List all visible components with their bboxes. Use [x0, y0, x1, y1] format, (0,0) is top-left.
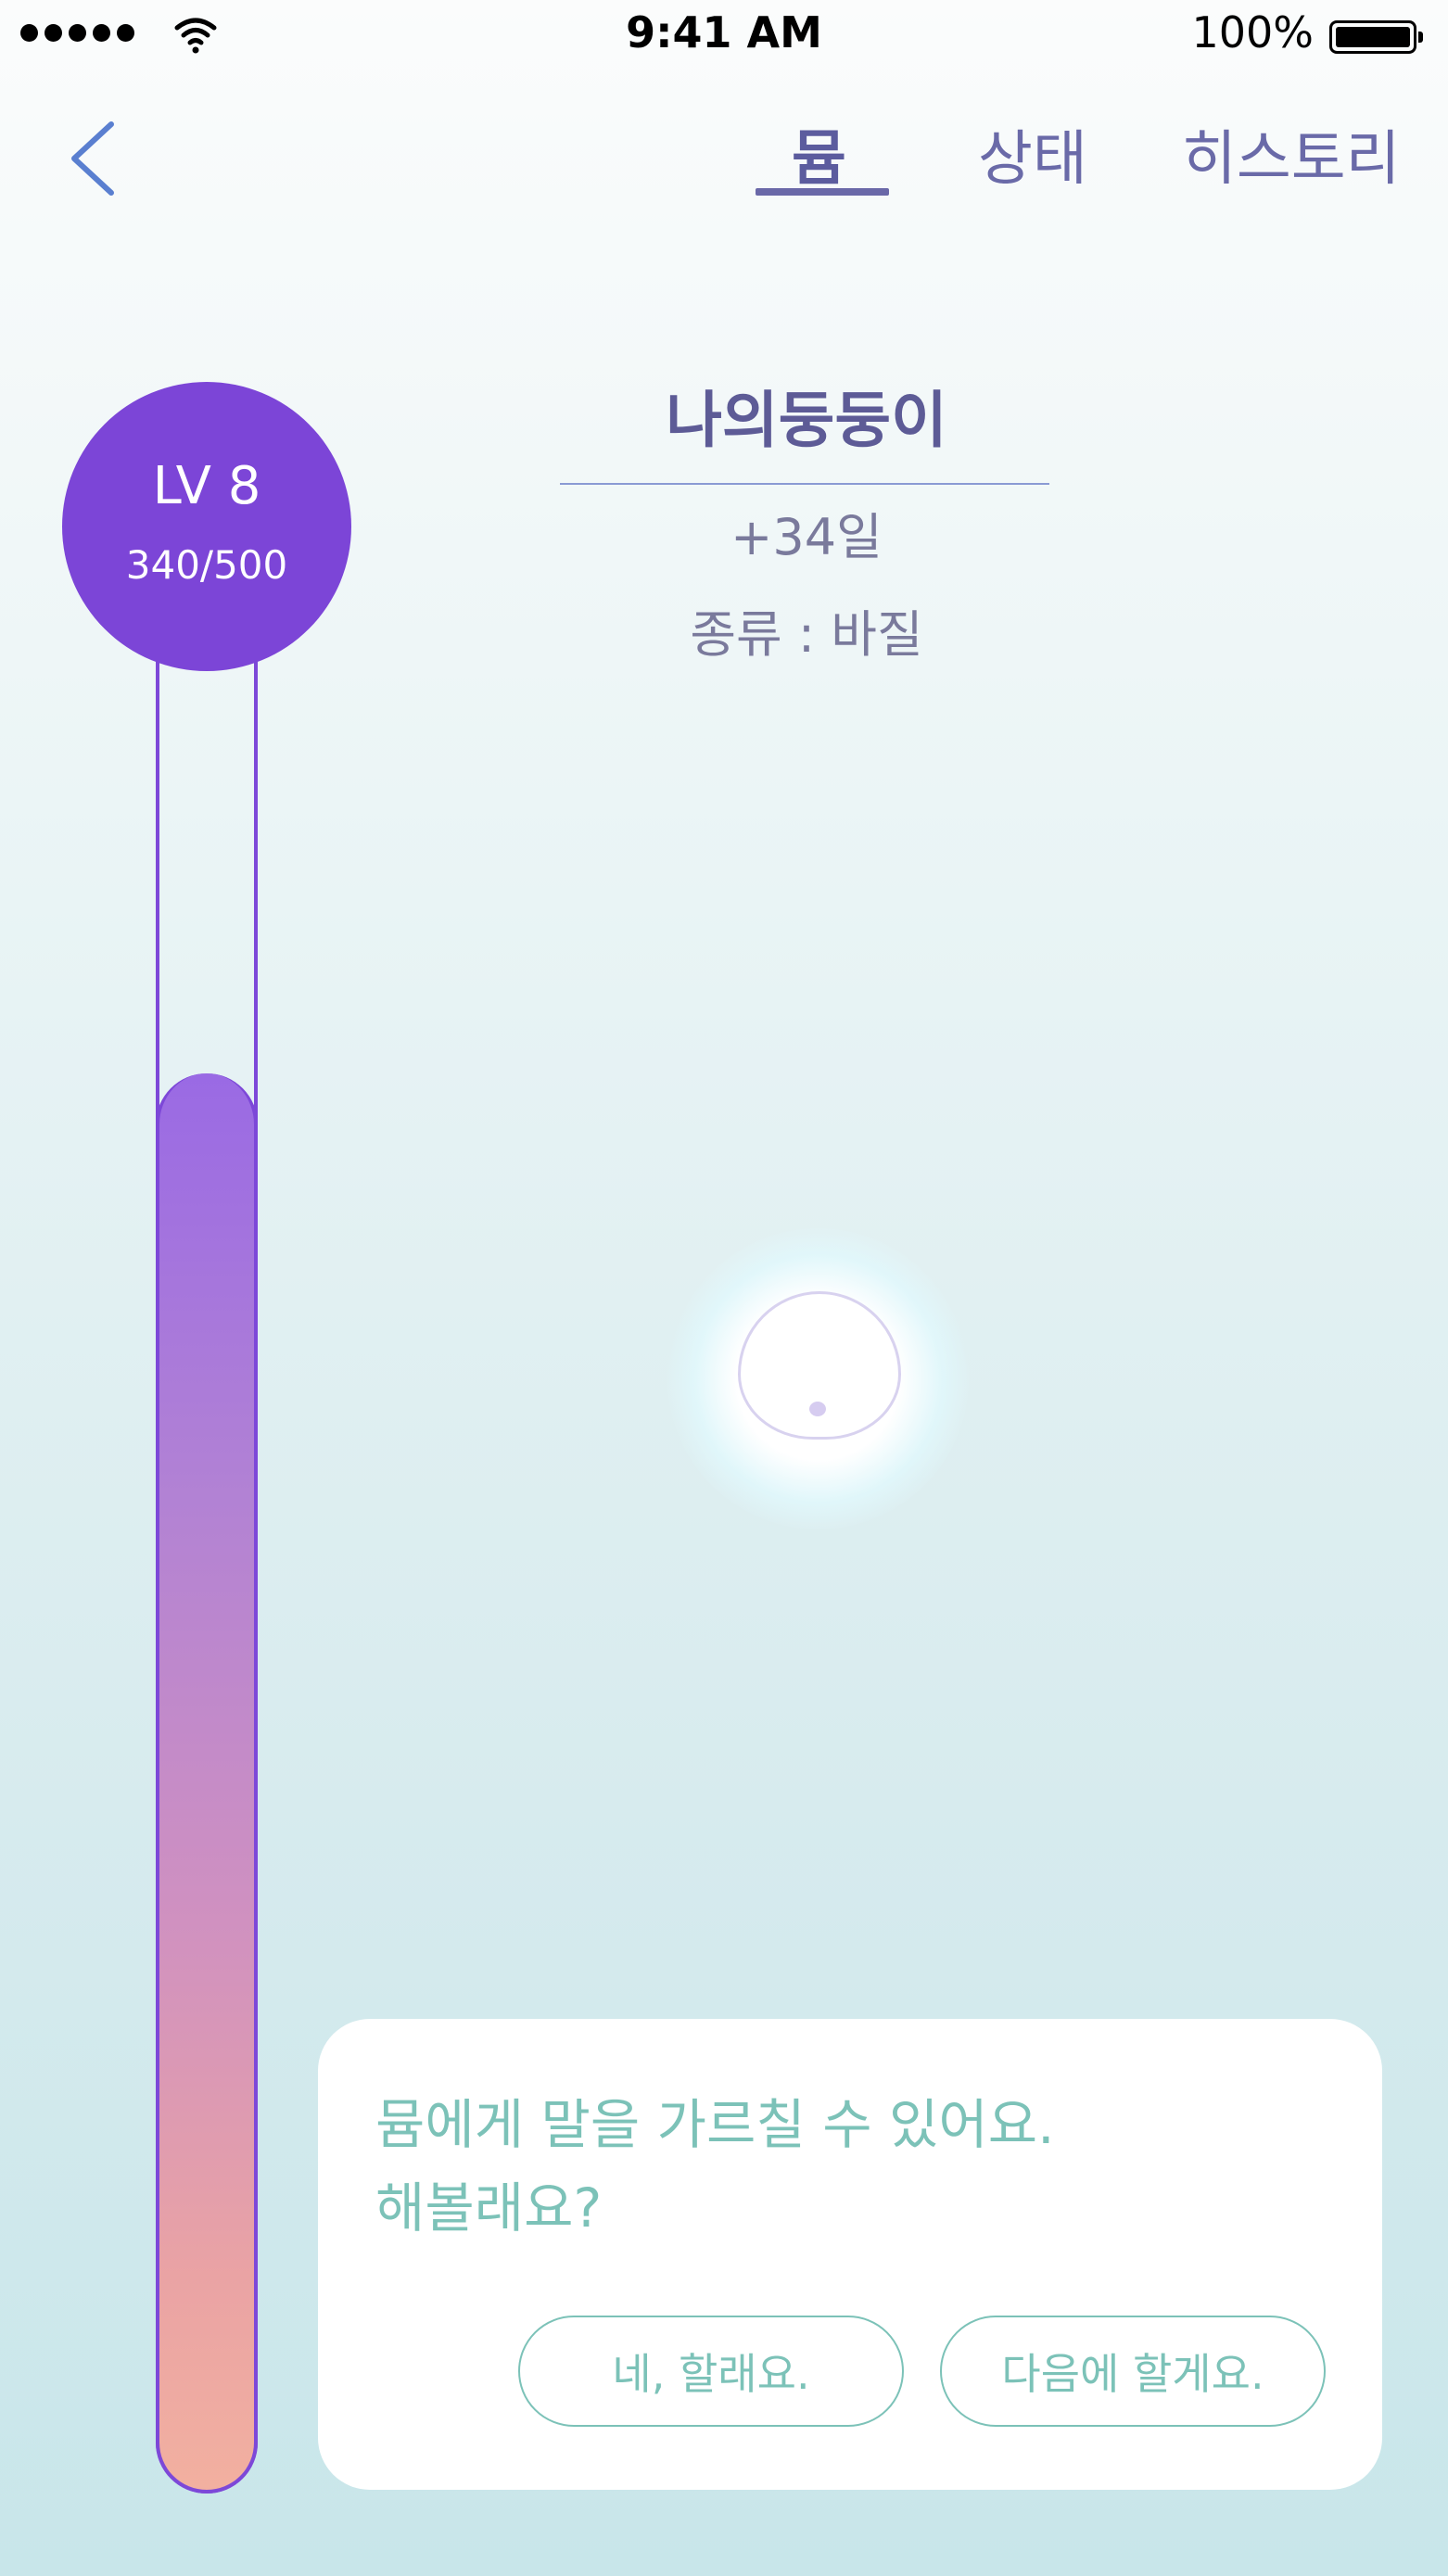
- battery-percent: 100%: [1191, 7, 1314, 57]
- dialog-message-line2: 해볼래요?: [375, 2176, 603, 2240]
- level-progress-text: 340/500: [125, 542, 288, 588]
- battery-icon: [1329, 20, 1423, 54]
- active-tab-indicator: [756, 188, 889, 196]
- dialog-message-line1: 뮴에게 말을 가르칠 수 있어요.: [375, 2093, 1055, 2156]
- yes-button[interactable]: 네, 할래요.: [518, 2316, 904, 2427]
- chevron-left-icon[interactable]: [67, 119, 122, 198]
- tab-myum[interactable]: 뮴: [792, 111, 846, 197]
- level-label: LV 8: [152, 456, 261, 516]
- level-gauge-fill: [156, 1073, 258, 2494]
- pet-kind: 종류 : 바질: [690, 605, 923, 664]
- tab-status[interactable]: 상태: [978, 111, 1087, 197]
- status-bar: 9:41 AM 100%: [0, 0, 1448, 74]
- tab-history[interactable]: 히스토리: [1182, 111, 1401, 197]
- divider: [560, 483, 1049, 485]
- later-button[interactable]: 다음에 할게요.: [940, 2316, 1326, 2427]
- pet-days: +34일: [730, 508, 883, 566]
- pet-name: 나의둥둥이: [666, 385, 947, 456]
- level-badge: [62, 382, 351, 671]
- seed-dot: [809, 1402, 826, 1416]
